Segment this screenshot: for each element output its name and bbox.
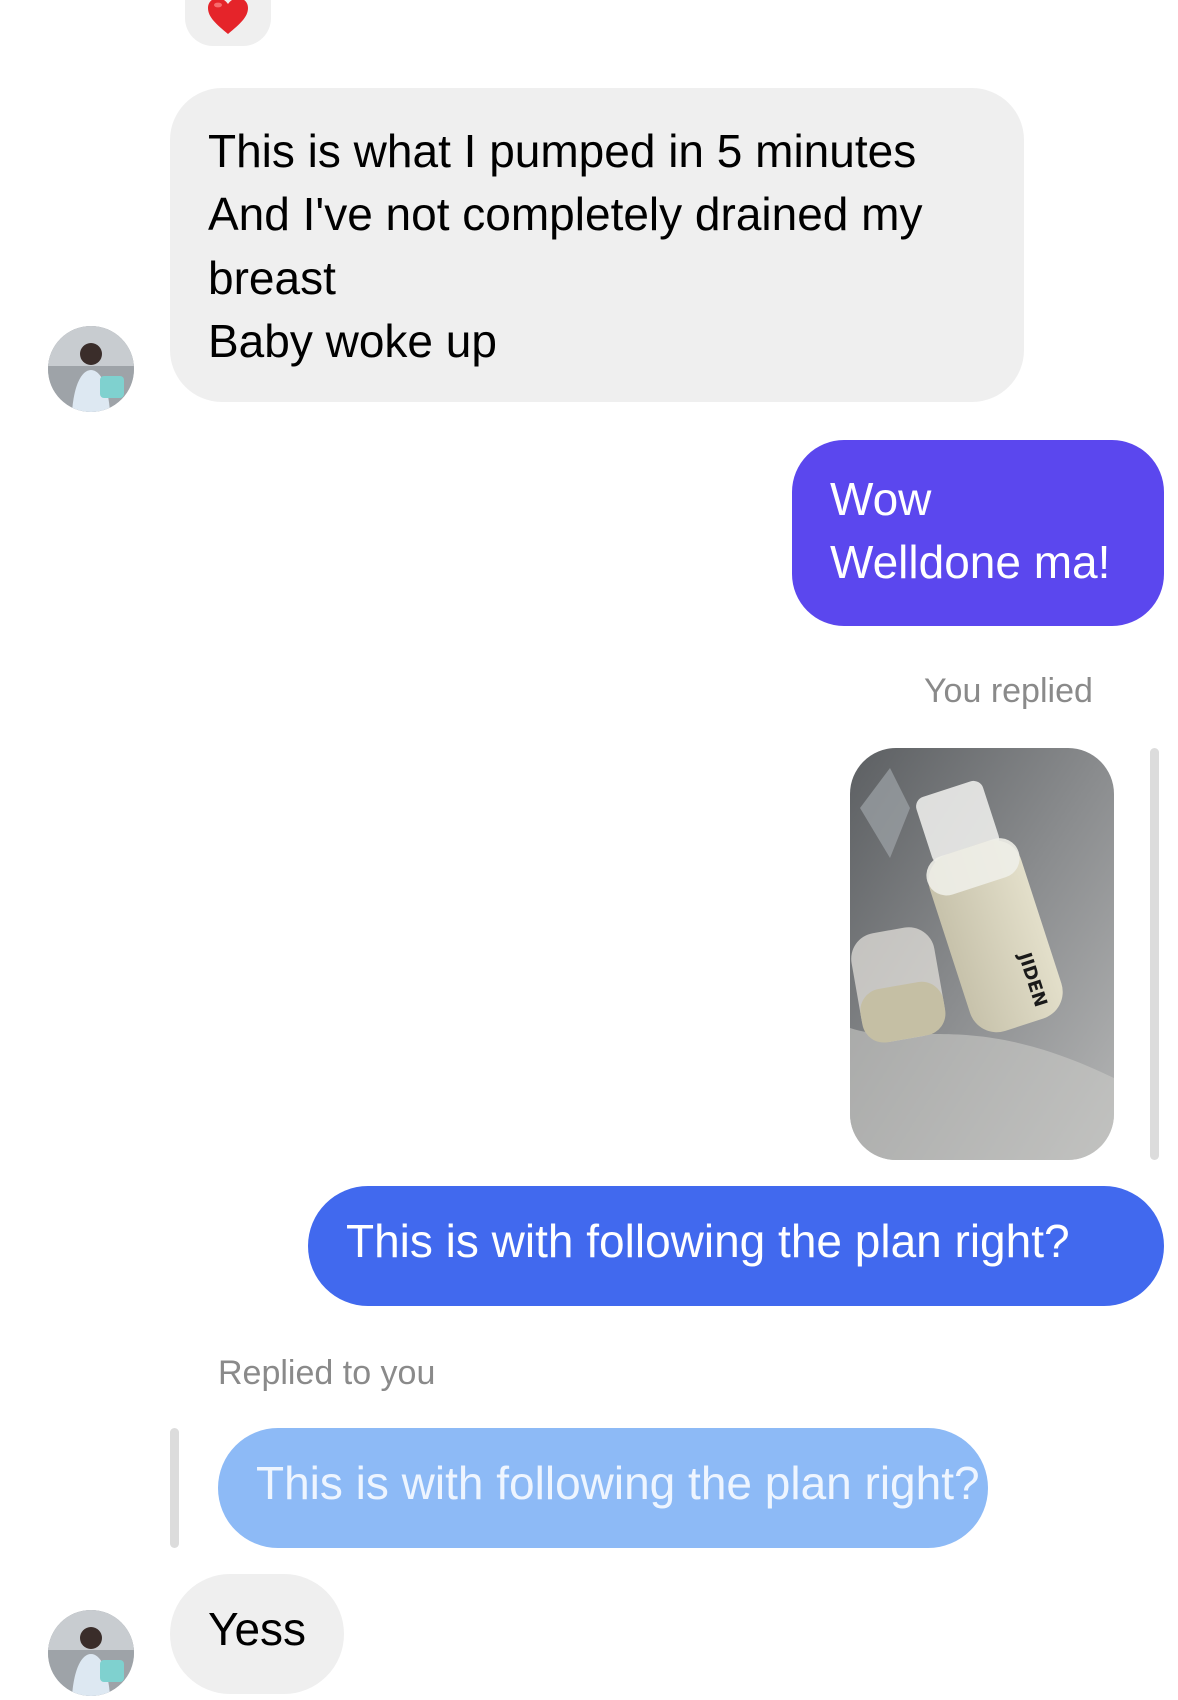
message-bubble-incoming[interactable]: Yess xyxy=(170,1574,344,1694)
avatar[interactable] xyxy=(48,326,134,412)
reply-label: Replied to you xyxy=(218,1354,436,1392)
milk-bottles-photo[interactable]: JIDEN xyxy=(850,748,1114,1160)
message-text: Baby woke up xyxy=(208,315,497,368)
quote-bar xyxy=(1150,748,1159,1160)
message-text: Yess xyxy=(208,1603,307,1655)
reaction-bubble[interactable] xyxy=(185,0,271,46)
message-text: This is what I pumped in 5 minutes xyxy=(208,125,917,177)
message-text: breast xyxy=(208,251,336,304)
quoted-message-bubble[interactable]: This is with following the plan right? xyxy=(218,1428,988,1548)
quoted-text: This is with following the plan right? xyxy=(256,1457,980,1509)
message-text: And I've not completely drained my xyxy=(208,188,923,241)
avatar[interactable] xyxy=(48,1610,134,1696)
quote-bar xyxy=(170,1428,179,1548)
message-text: Wow xyxy=(830,473,932,525)
message-text: This is with following the plan right? xyxy=(346,1215,1070,1267)
message-bubble-outgoing[interactable]: Wow Welldone ma! xyxy=(792,440,1164,626)
message-bubble-incoming[interactable]: This is what I pumped in 5 minutes And I… xyxy=(170,88,1024,402)
reply-label: You replied xyxy=(924,672,1093,710)
red-heart-icon xyxy=(206,0,250,41)
message-text: Welldone ma! xyxy=(830,536,1111,589)
message-bubble-outgoing[interactable]: This is with following the plan right? xyxy=(308,1186,1164,1306)
